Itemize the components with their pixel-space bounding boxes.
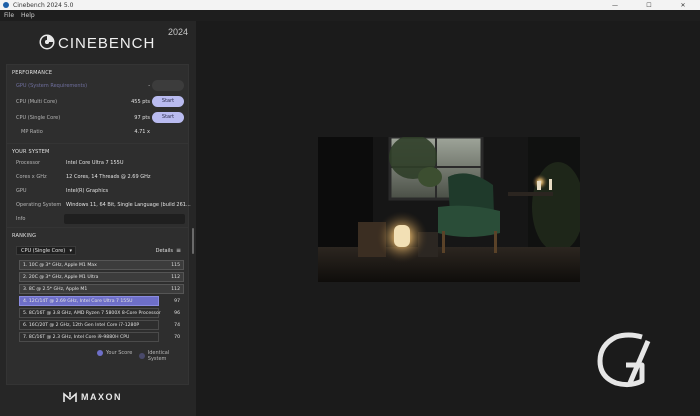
ranking-row-name: 6. 16C/20T @ 2 GHz, 12th Gen Intel Core … [23,323,140,328]
menu-help[interactable]: Help [21,12,35,19]
gpu-row: GPU (System Requirements) - [7,80,190,92]
system-row: Info [7,213,190,225]
ranking-row[interactable]: 3. 8C @ 2.5* GHz, Apple M1 112 [19,284,184,294]
cpu-single-row: CPU (Single Core) 97 pts Start [7,112,190,124]
maxon-logo-icon [63,392,77,402]
logo-text: CINEBENCH [58,35,156,52]
window-title: Cinebench 2024 5.0 [13,1,74,9]
left-panel: CINEBENCH 2024 PERFORMANCE GPU (System R… [0,21,196,416]
cores-value: 12 Cores, 14 Threads @ 2.69 GHz [66,174,151,180]
menu-file[interactable]: File [4,12,14,19]
mp-ratio-label: MP Ratio [21,129,43,135]
cinebench-logo-icon [39,34,55,50]
close-button[interactable]: ✕ [666,2,700,9]
ranking-row-score: 115 [171,263,180,268]
chevron-down-icon: ▾ [69,248,72,254]
cpu-single-value: 97 pts [134,115,150,121]
details-button[interactable]: Details ≡ [156,247,181,254]
ranking-row-score: 96 [174,311,180,316]
render-image [318,137,580,282]
ranking-row[interactable]: 6. 16C/20T @ 2 GHz, 12th Gen Intel Core … [19,320,180,330]
logo-year: 2024 [168,27,189,37]
app-icon [3,2,9,8]
gpu-label: GPU (System Requirements) [16,83,88,89]
gpu-system-value: Intel(R) Graphics [66,188,109,194]
cpu-multi-row: CPU (Multi Core) 455 pts Start [7,96,190,108]
cpu-single-start-button[interactable]: Start [152,112,184,123]
ranking-row-score: 70 [174,335,180,340]
processor-label: Processor [16,160,41,166]
ranking-row[interactable]: 5. 8C/16T @ 3.8 GHz, AMD Ryzen 7 5800X 8… [19,308,180,318]
maxon-logo: MAXON [63,391,122,403]
gpu-start-button [152,80,184,91]
processor-value: Intel Core Ultra 7 155U [66,160,124,166]
ranking-title: RANKING [12,233,37,239]
filter-icon: ≡ [175,247,181,254]
system-row: Operating System Windows 11, 64 Bit, Sin… [7,199,191,211]
system-title: YOUR SYSTEM [12,149,50,155]
cpu-multi-label: CPU (Multi Core) [16,99,58,105]
maximize-button[interactable]: ☐ [632,2,666,9]
ranking-type-dropdown[interactable]: CPU (Single Core) ▾ [16,246,76,255]
os-label: Operating System [16,202,62,208]
render-view [318,137,580,282]
logo-area: CINEBENCH 2024 [0,21,196,61]
ranking-row[interactable]: 1. 10C @ 3* GHz, Apple M1 Max 115 [19,260,184,270]
ranking-row[interactable]: 2. 20C @ 3* GHz, Apple M1 Ultra 112 [19,272,184,282]
info-label: Info [16,216,26,222]
ranking-panel: RANKING CPU (Single Core) ▾ Details ≡ 1. … [6,227,189,385]
mp-ratio-row: MP Ratio 4.71 x [7,126,190,138]
gpu-value: - [148,83,150,89]
menu-bar: File Help [0,10,700,21]
ranking-row-name: 2. 20C @ 3* GHz, Apple M1 Ultra [23,275,99,280]
ranking-row-name: 5. 8C/16T @ 3.8 GHz, AMD Ryzen 7 5800X 8… [23,311,161,316]
title-bar: Cinebench 2024 5.0 — ☐ ✕ [0,0,700,10]
ranking-row-score: 97 [174,299,180,304]
maxon-text: MAXON [81,392,122,402]
cpu-single-label: CPU (Single Core) [16,115,61,121]
ranking-row-score: 74 [174,323,180,328]
system-row: GPU Intel(R) Graphics [7,185,190,197]
ranking-row-name: 1. 10C @ 3* GHz, Apple M1 Max [23,263,97,268]
legend-your-score-label: Your Score [106,350,133,356]
dropdown-value: CPU (Single Core) [21,248,66,254]
cpu-multi-value: 455 pts [131,99,150,105]
system-row: Cores x GHz 12 Cores, 14 Threads @ 2.69 … [7,171,190,183]
ranking-row-score: 112 [171,287,180,292]
ranking-row-name: 7. 8C/16T @ 2.3 GHz, Intel Core i9-9880H… [23,335,130,340]
gpu-system-label: GPU [16,188,27,194]
your-score-dot [97,350,103,356]
identical-dot [139,353,145,359]
system-row: Processor Intel Core Ultra 7 155U [7,157,190,169]
minimize-button[interactable]: — [598,2,632,9]
ranking-row-name: 3. 8C @ 2.5* GHz, Apple M1 [23,287,88,292]
watermark-logo [597,332,651,388]
cpu-multi-start-button[interactable]: Start [152,96,184,107]
cores-label: Cores x GHz [16,174,47,180]
info-field[interactable] [64,214,185,224]
legend-identical: Identical System [139,350,188,362]
legend-your-score: Your Score [97,350,132,356]
performance-title: PERFORMANCE [12,70,53,76]
os-value: Windows 11, 64 Bit, Single Language (bui… [66,202,191,208]
ranking-row-your-score[interactable]: 4. 12C/14T @ 2.69 GHz, Intel Core Ultra … [19,296,180,306]
legend-identical-label: Identical System [147,350,170,362]
ranking-row[interactable]: 7. 8C/16T @ 2.3 GHz, Intel Core i9-9880H… [19,332,180,342]
scrollbar[interactable] [192,228,194,254]
details-label: Details [155,248,173,254]
mp-ratio-value: 4.71 x [134,129,150,135]
ranking-row-score: 112 [171,275,180,280]
ranking-row-name: 4. 12C/14T @ 2.69 GHz, Intel Core Ultra … [23,299,133,304]
